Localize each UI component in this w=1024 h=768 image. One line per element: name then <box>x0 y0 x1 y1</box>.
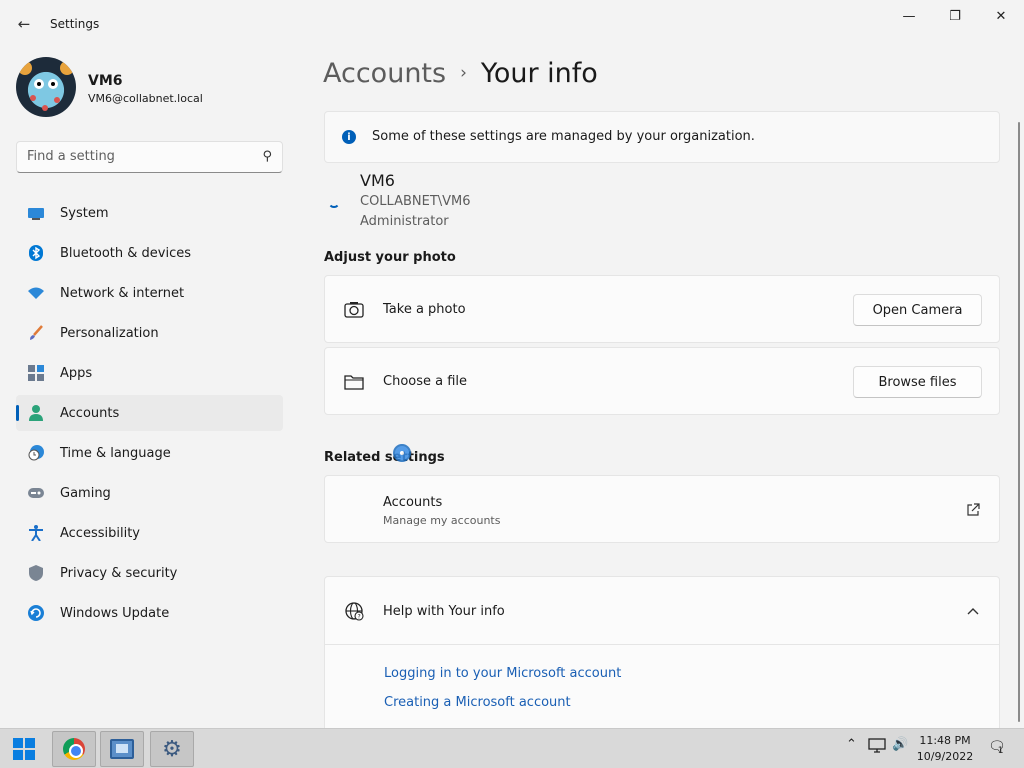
shield-icon <box>28 565 44 581</box>
monitor-icon <box>28 205 44 221</box>
taskbar-chrome[interactable] <box>52 731 96 767</box>
chevron-up-icon[interactable] <box>965 603 981 619</box>
loading-spinner-icon <box>328 196 340 208</box>
user-domain: COLLABNET\VM6 <box>360 194 471 209</box>
scrollbar[interactable] <box>1018 122 1020 722</box>
user-name: VM6 <box>360 171 395 190</box>
show-hidden-icons-chevron-icon[interactable]: ⌃ <box>846 737 857 752</box>
remote-desktop-icon <box>110 739 134 759</box>
infobar-text: Some of these settings are managed by yo… <box>372 129 755 144</box>
sidebar-item-label: Accounts <box>60 405 120 421</box>
update-icon <box>28 605 44 621</box>
help-link-logging-in[interactable]: Logging in to your Microsoft account <box>384 666 621 681</box>
search-box[interactable]: ⚲ <box>16 141 283 173</box>
start-button[interactable] <box>2 731 46 767</box>
search-input[interactable] <box>27 149 247 164</box>
sidebar-item-bluetooth[interactable]: Bluetooth & devices <box>16 235 283 271</box>
sidebar-item-label: Bluetooth & devices <box>60 245 191 261</box>
notification-icon[interactable]: 🗨1 <box>988 739 1012 756</box>
help-link-create-account[interactable]: Creating a Microsoft account <box>384 695 571 710</box>
choose-file-card: Choose a file Browse files <box>324 347 1000 415</box>
person-icon <box>28 405 44 421</box>
take-photo-card: Take a photo Open Camera <box>324 275 1000 343</box>
taskbar: ⚙ ⌃ 🔊 11:48 PM 10/9/2022 🗨1 <box>0 728 1024 768</box>
help-card: ? Help with Your info Logging in to your… <box>324 576 1000 736</box>
minimize-button[interactable]: — <box>886 0 932 32</box>
choose-file-label: Choose a file <box>383 374 468 389</box>
accounts-related-label: Accounts <box>383 495 443 510</box>
breadcrumb-parent[interactable]: Accounts <box>323 58 446 89</box>
breadcrumb: Accounts › Your info <box>323 58 598 89</box>
sidebar-item-time-language[interactable]: Time & language <box>16 435 283 471</box>
sidebar-item-label: System <box>60 205 109 221</box>
gear-icon: ⚙ <box>162 736 182 762</box>
system-clock[interactable]: 11:48 PM 10/9/2022 <box>914 733 976 765</box>
org-managed-infobar: i Some of these settings are managed by … <box>324 111 1000 163</box>
sidebar-item-label: Network & internet <box>60 285 185 301</box>
page-title: Your info <box>480 58 598 89</box>
profile-name: VM6 <box>88 73 123 89</box>
volume-icon[interactable]: 🔊 <box>892 737 908 752</box>
title-bar: ← Settings — ❐ ✕ <box>0 0 1024 48</box>
wifi-icon <box>28 285 44 301</box>
network-icon[interactable] <box>868 737 886 757</box>
camera-icon <box>343 299 365 321</box>
sidebar-item-accessibility[interactable]: Accessibility <box>16 515 283 551</box>
sidebar-item-privacy[interactable]: Privacy & security <box>16 555 283 591</box>
profile-email: VM6@collabnet.local <box>88 92 203 105</box>
sidebar-item-label: Apps <box>60 365 93 381</box>
accounts-related-card[interactable]: Accounts Manage my accounts <box>324 475 1000 543</box>
gamepad-icon <box>28 485 44 501</box>
window-title: Settings <box>50 17 100 31</box>
accounts-related-sub: Manage my accounts <box>383 514 501 527</box>
apps-icon <box>28 365 44 381</box>
sidebar-item-gaming[interactable]: Gaming <box>16 475 283 511</box>
taskbar-remote-desktop[interactable] <box>100 731 144 767</box>
adjust-photo-heading: Adjust your photo <box>324 250 456 265</box>
sidebar-nav: System Bluetooth & devices Network & int… <box>16 195 283 635</box>
mouse-cursor-icon <box>393 444 411 462</box>
globe-help-icon: ? <box>343 600 365 622</box>
accessibility-icon <box>28 525 44 541</box>
sidebar-item-accounts[interactable]: Accounts <box>16 395 283 431</box>
info-icon: i <box>342 130 356 144</box>
help-title: Help with Your info <box>383 604 505 619</box>
sidebar-item-label: Gaming <box>60 485 111 501</box>
sidebar-item-apps[interactable]: Apps <box>16 355 283 391</box>
sidebar-item-label: Windows Update <box>60 605 170 621</box>
user-info: VM6 COLLABNET\VM6 Administrator <box>324 168 1000 236</box>
sidebar-item-system[interactable]: System <box>16 195 283 231</box>
clock-time: 11:48 PM <box>919 734 971 747</box>
breadcrumb-separator: › <box>460 63 467 83</box>
external-link-icon[interactable] <box>965 502 981 518</box>
brush-icon <box>28 325 44 341</box>
sidebar-item-label: Time & language <box>60 445 171 461</box>
restore-button[interactable]: ❐ <box>932 0 978 32</box>
chrome-icon <box>63 738 85 760</box>
avatar <box>16 57 76 117</box>
clock-date: 10/9/2022 <box>916 750 974 763</box>
taskbar-settings[interactable]: ⚙ <box>150 731 194 767</box>
open-camera-button[interactable]: Open Camera <box>853 294 982 326</box>
sidebar-item-personalization[interactable]: Personalization <box>16 315 283 351</box>
sidebar-item-windows-update[interactable]: Windows Update <box>16 595 283 631</box>
back-arrow-icon[interactable]: ← <box>12 12 36 36</box>
related-settings-heading: Related settings <box>324 450 445 465</box>
sidebar-item-label: Accessibility <box>60 525 140 541</box>
sidebar-item-label: Privacy & security <box>60 565 178 581</box>
svg-text:?: ? <box>358 614 361 621</box>
bluetooth-icon <box>28 245 44 261</box>
browse-files-button[interactable]: Browse files <box>853 366 982 398</box>
windows-logo-icon <box>13 738 35 760</box>
sidebar-item-network[interactable]: Network & internet <box>16 275 283 311</box>
clock-globe-icon <box>28 445 44 461</box>
user-role: Administrator <box>360 214 449 229</box>
notification-count: 1 <box>997 746 1004 756</box>
close-button[interactable]: ✕ <box>978 0 1024 32</box>
search-icon[interactable]: ⚲ <box>262 149 272 164</box>
sidebar-item-label: Personalization <box>60 325 159 341</box>
folder-icon <box>343 371 365 393</box>
take-photo-label: Take a photo <box>383 302 466 317</box>
help-header[interactable]: ? Help with Your info <box>325 577 999 645</box>
